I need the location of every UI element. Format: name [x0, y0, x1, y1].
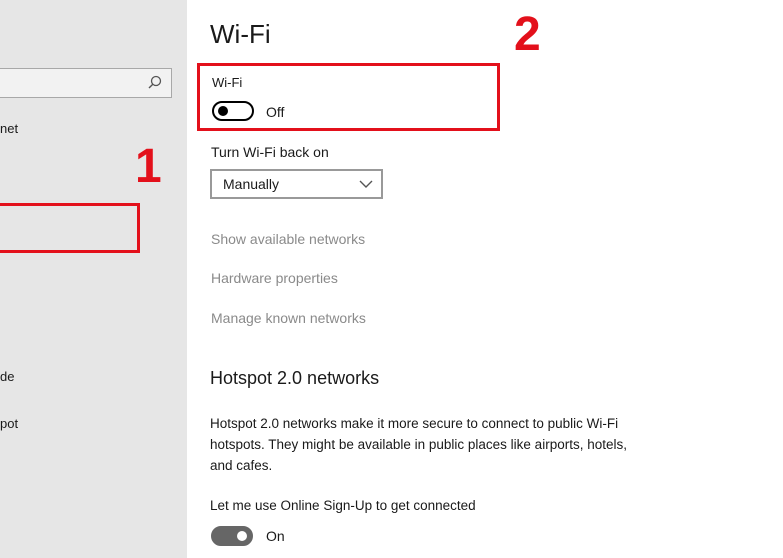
- annotation-step1: 1: [135, 140, 162, 193]
- wifi-toggle-state: Off: [266, 104, 285, 120]
- hotspot-description: Hotspot 2.0 networks make it more secure…: [210, 416, 627, 473]
- toggle-knob: [218, 106, 228, 116]
- hardware-properties-link[interactable]: Hardware properties: [211, 270, 338, 286]
- turn-wifi-back-on-label: Turn Wi-Fi back on: [211, 144, 329, 160]
- online-signup-state: On: [266, 528, 285, 544]
- sidebar-item-ethernet[interactable]: net: [0, 121, 18, 136]
- chevron-down-icon: [359, 180, 373, 188]
- sidebar-item-mobile-hotspot[interactable]: pot: [0, 416, 18, 431]
- dropdown-selected-value: Manually: [223, 176, 280, 192]
- search-input[interactable]: [0, 68, 172, 98]
- turn-wifi-back-on-dropdown[interactable]: Manually: [210, 169, 383, 199]
- settings-sidebar: net de pot: [0, 0, 187, 558]
- sidebar-item-airplane-mode[interactable]: de: [0, 369, 14, 384]
- page-title: Wi-Fi: [210, 19, 271, 49]
- annotation-step2: 2: [514, 8, 541, 61]
- search-icon: [148, 75, 162, 89]
- online-signup-toggle[interactable]: [211, 526, 253, 546]
- toggle-knob: [237, 531, 247, 541]
- manage-known-networks-link[interactable]: Manage known networks: [211, 310, 366, 326]
- show-available-networks-link[interactable]: Show available networks: [211, 231, 365, 247]
- online-signup-label: Let me use Online Sign-Up to get connect…: [210, 498, 476, 513]
- annotation-box-step1: [0, 203, 140, 253]
- wifi-toggle[interactable]: [212, 101, 254, 121]
- wifi-toggle-label: Wi-Fi: [212, 75, 243, 90]
- hotspot-heading: Hotspot 2.0 networks: [210, 368, 380, 388]
